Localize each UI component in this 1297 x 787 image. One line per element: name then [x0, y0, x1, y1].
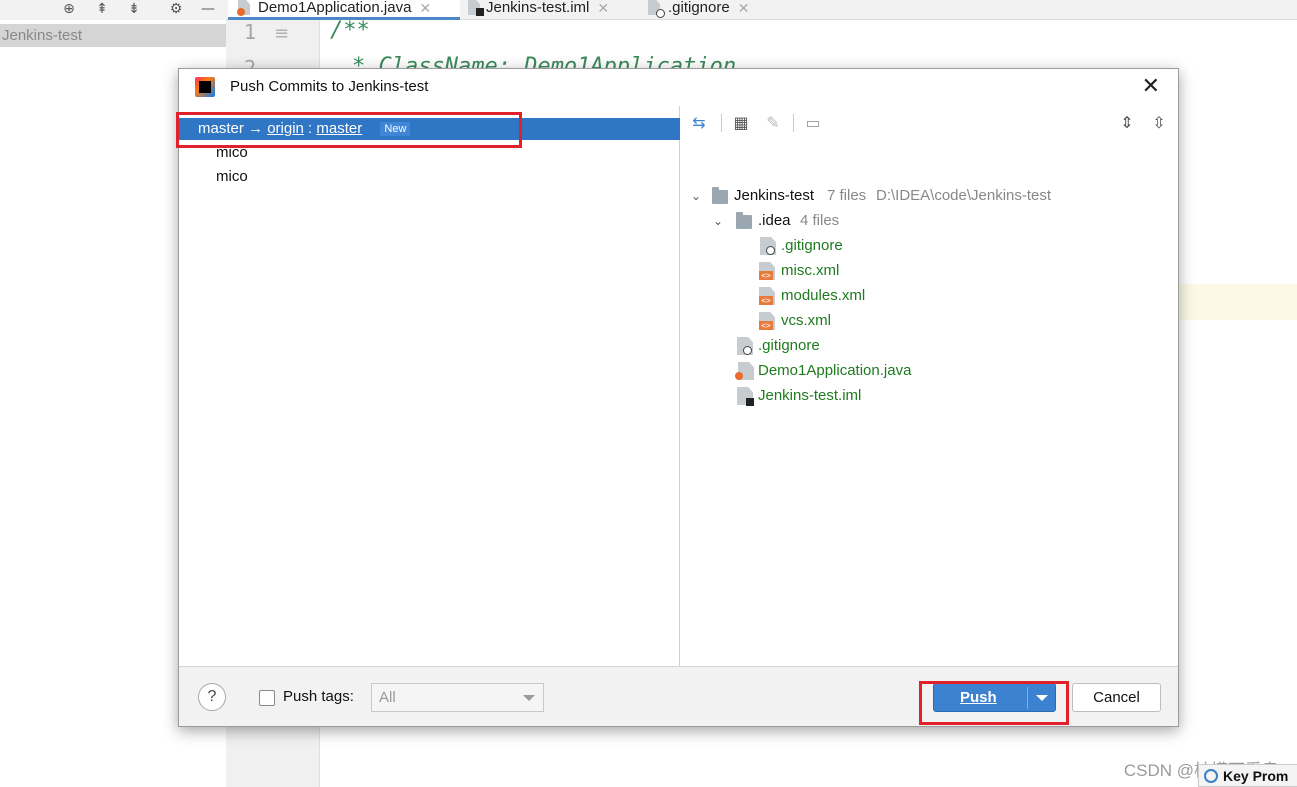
remote-link[interactable]: origin [267, 120, 304, 137]
close-tab-icon[interactable]: ✕ [419, 0, 431, 16]
locate-icon[interactable]: ⊕ [60, 1, 78, 17]
file-name: Jenkins-test.iml [758, 387, 862, 404]
tab-gitignore[interactable]: .gitignore ✕ [636, 0, 766, 20]
local-branch: master [198, 120, 244, 137]
ignore-badge-icon [743, 346, 752, 355]
caret-line-highlight [1180, 284, 1297, 320]
key-promoter-icon [1204, 769, 1218, 783]
new-badge: New [380, 122, 411, 136]
code-line-1: /** [330, 18, 370, 43]
file-name: .gitignore [781, 237, 843, 254]
line-number: 1 [244, 20, 257, 44]
ide-window: ⊕ ⇞ ⇟ ⚙ — Jenkins-test Demo1Application.… [0, 0, 1297, 787]
push-tags-checkbox[interactable] [259, 690, 275, 706]
push-tags-label[interactable]: Push tags: [283, 688, 354, 705]
ignore-badge-icon [766, 246, 775, 255]
root-name: Jenkins-test [734, 187, 815, 204]
xml-badge-icon: <> [759, 296, 773, 305]
tab-demo1application[interactable]: Demo1Application.java ✕ [228, 0, 460, 20]
tab-jenkins-test-iml[interactable]: Jenkins-test.iml ✕ [462, 0, 627, 20]
push-button-label: Push [960, 689, 997, 706]
dialog-title-bar: Push Commits to Jenkins-test ✕ [179, 69, 1178, 106]
tree-file-idea-gitignore[interactable]: .gitignore [681, 234, 1178, 258]
help-button[interactable]: ? [198, 683, 226, 711]
fold-icon[interactable]: ≡ [274, 23, 289, 44]
close-icon[interactable]: ✕ [1142, 74, 1160, 99]
tree-file-demo1application[interactable]: Demo1Application.java [681, 359, 1178, 383]
intellij-logo-icon [195, 77, 215, 97]
folder-name: .idea [758, 212, 791, 229]
project-tree-item[interactable]: Jenkins-test [0, 24, 226, 47]
dialog-footer: ? Push tags: All Push Cancel [179, 666, 1178, 726]
root-file-count: 7 files [827, 187, 867, 204]
file-name: modules.xml [781, 287, 866, 304]
tree-root-node[interactable]: ⌄ Jenkins-test 7 files D:\IDEA\code\Jenk… [681, 184, 1178, 208]
folder-icon [736, 212, 752, 229]
tab-label: .gitignore [668, 0, 730, 16]
push-button[interactable]: Push [933, 683, 1056, 712]
preview-icon[interactable]: ▭ [802, 112, 824, 134]
java-badge-icon [735, 372, 743, 380]
close-tab-icon[interactable]: ✕ [597, 0, 609, 16]
tab-label: Jenkins-test.iml [486, 0, 590, 16]
xml-badge-icon: <> [759, 321, 773, 330]
java-file-icon [237, 0, 252, 16]
minimize-icon[interactable]: — [199, 1, 217, 17]
cancel-button[interactable]: Cancel [1072, 683, 1161, 712]
editor-tabs: Demo1Application.java ✕ Jenkins-test.iml… [226, 0, 1297, 20]
gitignore-file-icon [648, 0, 665, 18]
file-name: vcs.xml [781, 312, 831, 329]
dropdown-caret-icon [523, 695, 535, 701]
remote-branch-link[interactable]: master [316, 120, 362, 137]
chevron-down-icon[interactable]: ⌄ [691, 184, 701, 208]
file-name: misc.xml [781, 262, 840, 279]
changes-toolbar: ⇆ ▦ ✎ ▭ ⇕ ⇳ [681, 106, 1178, 140]
project-toolbar: ⊕ ⇞ ⇟ ⚙ — [0, 0, 226, 20]
dialog-title: Push Commits to Jenkins-test [230, 78, 429, 95]
push-options-dropdown-icon[interactable] [1036, 695, 1048, 701]
tree-file-root-gitignore[interactable]: .gitignore [681, 334, 1178, 358]
tree-file-vcs-xml[interactable]: <> vcs.xml [681, 309, 1178, 333]
tree-file-jenkins-test-iml[interactable]: Jenkins-test.iml [681, 384, 1178, 408]
chevron-down-icon[interactable]: ⌄ [713, 209, 723, 233]
close-tab-icon[interactable]: ✕ [738, 0, 750, 16]
key-promoter-label: Key Prom [1223, 768, 1289, 784]
xml-badge-icon: <> [759, 271, 773, 280]
file-name: .gitignore [758, 337, 820, 354]
tab-label: Demo1Application.java [258, 0, 412, 16]
collapse-all-icon[interactable]: ⇳ [1148, 112, 1170, 134]
tree-folder-idea[interactable]: ⌄ .idea 4 files [681, 209, 1178, 233]
iml-file-icon [468, 0, 484, 16]
tree-file-misc-xml[interactable]: <> misc.xml [681, 259, 1178, 283]
commit-item[interactable]: mico [216, 144, 248, 161]
expand-all-icon[interactable]: ⇞ [93, 1, 111, 17]
branch-push-spec[interactable]: master → origin : master New [179, 118, 680, 140]
push-commits-dialog: Push Commits to Jenkins-test ✕ master → … [176, 68, 1179, 727]
iml-badge-icon [746, 398, 754, 406]
file-name: Demo1Application.java [758, 362, 912, 379]
show-diff-icon[interactable]: ⇆ [688, 112, 710, 134]
tree-file-modules-xml[interactable]: <> modules.xml [681, 284, 1178, 308]
root-path: D:\IDEA\code\Jenkins-test [876, 187, 1052, 204]
tags-select[interactable]: All [371, 683, 544, 712]
changes-pane: ⇆ ▦ ✎ ▭ ⇕ ⇳ ⌄ Jenkins-test 7 files D:\ID… [681, 106, 1178, 666]
gear-icon[interactable]: ⚙ [167, 1, 185, 17]
folder-file-count: 4 files [800, 212, 840, 229]
commit-item[interactable]: mico [216, 168, 248, 185]
commits-pane: master → origin : master New mico mico [179, 106, 680, 666]
branch-separator: : [308, 120, 313, 137]
arrow-icon: → [248, 120, 264, 137]
module-folder-icon [712, 187, 728, 204]
group-by-icon[interactable]: ▦ [730, 112, 752, 134]
key-promoter-popup[interactable]: Key Prom [1198, 764, 1297, 787]
collapse-all-icon[interactable]: ⇟ [125, 1, 143, 17]
edit-source-icon[interactable]: ✎ [762, 112, 784, 134]
expand-all-icon[interactable]: ⇕ [1116, 112, 1138, 134]
tags-select-value: All [379, 689, 396, 706]
